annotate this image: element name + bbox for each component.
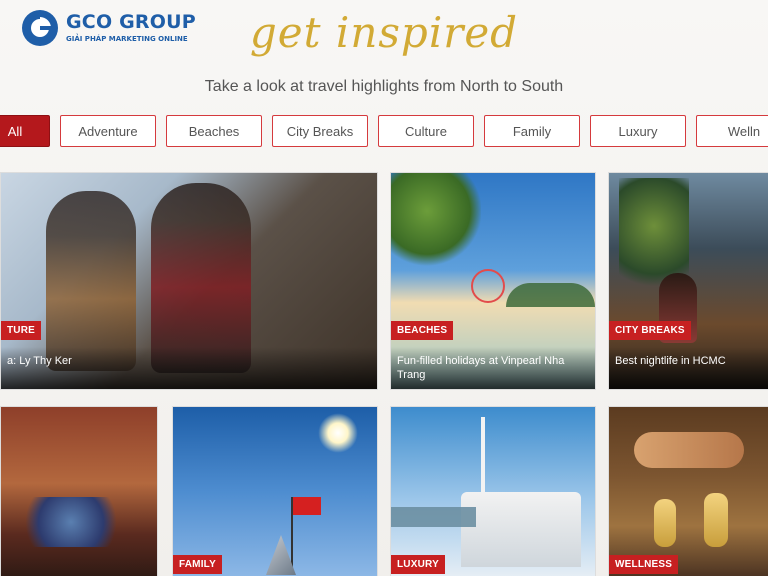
cruise-ship — [461, 492, 581, 567]
filter-beaches[interactable]: Beaches — [166, 115, 262, 147]
highlight-card-city-breaks[interactable]: CITY BREAKS Best nightlife in HCMC — [608, 172, 768, 390]
highlight-card-luxury[interactable]: LUXURY — [390, 406, 596, 576]
card-image — [1, 407, 157, 576]
oil-bottle — [654, 499, 676, 547]
card-caption: a: Ly Thy Ker — [1, 347, 377, 389]
category-badge: BEACHES — [391, 321, 454, 340]
filter-city-breaks[interactable]: City Breaks — [272, 115, 368, 147]
highlight-card-wellness[interactable]: WELLNESS — [608, 406, 768, 576]
card-caption: Fun-filled holidays at Vinpearl Nha Tran… — [391, 347, 595, 389]
highlight-card-family[interactable]: FAMILY — [172, 406, 378, 576]
filter-family[interactable]: Family — [484, 115, 580, 147]
category-badge: WELLNESS — [609, 555, 679, 574]
portrait-figure-2 — [46, 191, 136, 371]
filter-culture[interactable]: Culture — [378, 115, 474, 147]
filter-wellness[interactable]: Welln — [696, 115, 768, 147]
category-badge: CITY BREAKS — [609, 321, 691, 340]
dragon-carving — [11, 497, 131, 547]
category-badge: TURE — [1, 321, 42, 340]
hero-title: get inspired — [249, 8, 519, 57]
category-filters: All Adventure Beaches City Breaks Cultur… — [0, 115, 768, 151]
card-caption: Best nightlife in HCMC — [609, 347, 768, 389]
highlight-card-beaches[interactable]: BEACHES Fun-filled holidays at Vinpearl … — [390, 172, 596, 390]
highlight-card-culture-2[interactable] — [0, 406, 158, 576]
sea-horizon — [391, 507, 476, 527]
page: GCO GROUP GIẢI PHÁP MARKETING ONLINE get… — [0, 0, 768, 576]
hand — [634, 432, 744, 468]
filter-luxury[interactable]: Luxury — [590, 115, 686, 147]
filter-adventure[interactable]: Adventure — [60, 115, 156, 147]
hero-subtitle: Take a look at travel highlights from No… — [204, 78, 564, 95]
palm-tree — [391, 173, 481, 268]
category-badge: LUXURY — [391, 555, 445, 574]
travel-highlights-grid: TURE a: Ly Thy Ker BEACHES Fun-filled ho… — [0, 172, 768, 576]
ship-mast — [481, 417, 485, 502]
filter-all[interactable]: All — [0, 115, 50, 147]
sun — [318, 413, 358, 453]
vietnam-flag — [293, 497, 321, 515]
portrait-figure — [151, 183, 251, 373]
category-badge: FAMILY — [173, 555, 222, 574]
ferris-wheel — [471, 269, 505, 303]
highlight-card-culture[interactable]: TURE a: Ly Thy Ker — [0, 172, 378, 390]
oil-bottle-2 — [704, 493, 728, 547]
island — [506, 283, 595, 307]
